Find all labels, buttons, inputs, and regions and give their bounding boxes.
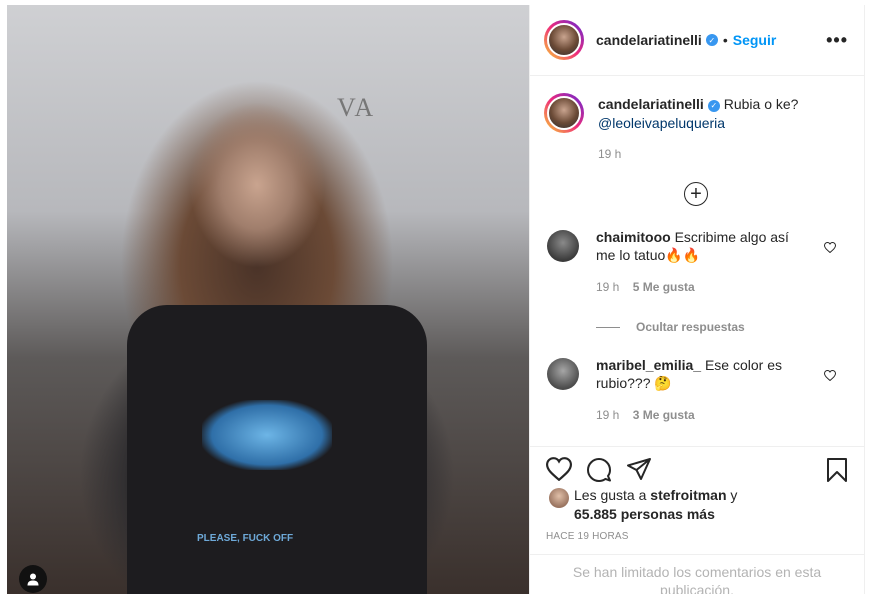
comment-avatar[interactable] bbox=[547, 230, 579, 262]
post-timestamp[interactable]: HACE 19 HORAS bbox=[546, 531, 629, 542]
comment-like-heart-icon[interactable] bbox=[823, 241, 837, 256]
comments-limited-notice: Se han limitado los comentarios en esta … bbox=[530, 554, 864, 594]
follow-button[interactable]: Seguir bbox=[733, 32, 777, 48]
comment-likes[interactable]: 5 Me gusta bbox=[633, 280, 695, 294]
photo-wall-text: VA bbox=[337, 93, 376, 122]
share-icon[interactable] bbox=[626, 457, 652, 484]
comment-username[interactable]: chaimitooo bbox=[596, 229, 671, 245]
hide-replies-button[interactable]: Ocultar respuestas bbox=[596, 320, 848, 334]
comment-time[interactable]: 19 h bbox=[596, 280, 619, 294]
caption-time[interactable]: 19 h bbox=[598, 145, 798, 164]
comment-avatar[interactable] bbox=[547, 358, 579, 390]
post-side-panel: candelariatinelli ✓ • Seguir ••• candela… bbox=[529, 5, 865, 594]
liker-username[interactable]: stefroitman bbox=[650, 487, 726, 503]
liker-avatar[interactable] bbox=[549, 488, 569, 508]
likes-others[interactable]: 65.885 personas más bbox=[574, 506, 715, 522]
photo-scorpion-print bbox=[202, 400, 332, 470]
user-tag-icon[interactable] bbox=[19, 565, 47, 593]
caption: candelariatinelli ✓ Rubia o ke? @leoleiva… bbox=[544, 93, 848, 164]
comment-time[interactable]: 19 h bbox=[596, 408, 619, 422]
likes-connector: y bbox=[730, 487, 738, 503]
comment-meta: 19 h 3 Me gusta bbox=[596, 406, 806, 424]
likes-prefix: Les gusta a bbox=[574, 487, 647, 503]
comment-likes[interactable]: 3 Me gusta bbox=[633, 408, 695, 422]
comment-meta: 19 h 5 Me gusta bbox=[596, 278, 806, 296]
post-photo[interactable]: VA PLEASE, FUCK OFF bbox=[7, 5, 529, 594]
comment-item: maribel_emilia_ Ese color es rubio??? 🤔 … bbox=[544, 356, 848, 424]
caption-text: Rubia o ke? bbox=[723, 96, 799, 112]
caption-username[interactable]: candelariatinelli bbox=[598, 96, 704, 112]
more-options-icon[interactable]: ••• bbox=[826, 30, 848, 51]
plus-circle-icon[interactable]: + bbox=[684, 182, 708, 206]
comments-list[interactable]: candelariatinelli ✓ Rubia o ke? @leoleiva… bbox=[530, 77, 864, 447]
heart-icon[interactable] bbox=[545, 457, 573, 484]
photo-shirt-text: PLEASE, FUCK OFF bbox=[197, 533, 294, 544]
post-header: candelariatinelli ✓ • Seguir ••• bbox=[530, 5, 864, 76]
hide-replies-label[interactable]: Ocultar respuestas bbox=[636, 320, 745, 334]
comment-username[interactable]: maribel_emilia_ bbox=[596, 357, 701, 373]
likes-summary: Les gusta a stefroitman y 65.885 persona… bbox=[546, 486, 848, 524]
comment-icon[interactable] bbox=[586, 457, 612, 486]
author-username[interactable]: candelariatinelli bbox=[596, 32, 702, 48]
post-actions-bar bbox=[530, 446, 864, 482]
verified-icon: ✓ bbox=[705, 34, 718, 46]
comment-like-heart-icon[interactable] bbox=[823, 369, 837, 384]
bookmark-icon[interactable] bbox=[826, 457, 848, 486]
author-avatar[interactable] bbox=[544, 20, 584, 60]
verified-icon: ✓ bbox=[707, 99, 720, 112]
caption-avatar[interactable] bbox=[544, 93, 584, 133]
caption-mention-link[interactable]: @leoleivapeluqueria bbox=[598, 115, 725, 131]
header-separator: • bbox=[722, 32, 728, 48]
hide-replies-line bbox=[596, 326, 620, 328]
comment-item: chaimitooo Escribime algo así me lo tatu… bbox=[544, 228, 848, 296]
load-more-comments[interactable]: + bbox=[544, 182, 848, 206]
